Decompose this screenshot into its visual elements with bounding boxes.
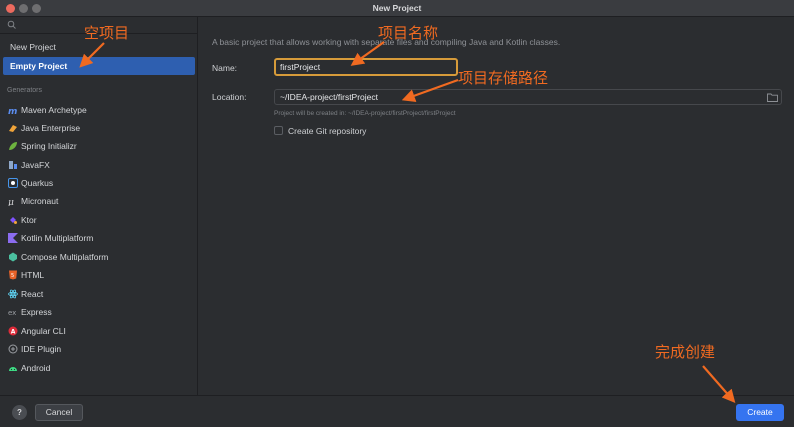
dialog-footer: ? Cancel Create	[0, 395, 794, 427]
generator-label: Java Enterprise	[21, 123, 81, 133]
sidebar: New Project Empty Project Generators m M…	[0, 17, 198, 395]
sidebar-item-micronaut[interactable]: μ Micronaut	[3, 192, 195, 210]
sidebar-item-react[interactable]: React	[3, 285, 195, 303]
annotation-empty-project: 空项目	[84, 24, 130, 42]
create-button[interactable]: Create	[736, 404, 784, 421]
sidebar-item-javafx[interactable]: JavaFX	[3, 156, 195, 174]
generator-label: Quarkus	[21, 178, 54, 188]
sidebar-item-java-enterprise[interactable]: Java Enterprise	[3, 119, 195, 137]
sidebar-item-label: New Project	[10, 42, 56, 52]
html-icon: 5	[9, 270, 17, 280]
search-icon	[7, 20, 16, 29]
generator-label: Kotlin Multiplatform	[21, 233, 94, 243]
sidebar-item-quarkus[interactable]: Quarkus	[3, 174, 195, 192]
generator-label: Android	[21, 363, 51, 373]
generator-label: Spring Initializr	[21, 141, 77, 151]
sidebar-item-label: Empty Project	[10, 61, 68, 71]
sidebar-item-maven-archetype[interactable]: m Maven Archetype	[3, 101, 195, 119]
generator-label: Maven Archetype	[21, 105, 87, 115]
svg-text:5: 5	[11, 273, 14, 279]
generator-label: Express	[21, 307, 52, 317]
folder-icon[interactable]	[767, 93, 778, 102]
sidebar-item-express[interactable]: ex Express	[3, 303, 195, 321]
svg-text:m: m	[8, 107, 17, 115]
location-hint: Project will be created in: ~/IDEA-proje…	[274, 110, 456, 117]
location-label: Location:	[212, 92, 247, 102]
generator-label: Micronaut	[21, 196, 59, 206]
generator-label: JavaFX	[21, 160, 50, 170]
svg-text:ex: ex	[8, 309, 16, 317]
generator-label: Angular CLI	[21, 326, 66, 336]
sidebar-item-html[interactable]: 5 HTML	[3, 266, 195, 284]
sidebar-item-empty-project[interactable]: Empty Project	[3, 57, 195, 75]
compose-icon	[9, 252, 17, 262]
react-icon	[8, 289, 18, 299]
generators-section-label: Generators	[7, 87, 43, 94]
generator-label: Ktor	[21, 215, 37, 225]
annotation-finish-create: 完成创建	[655, 343, 716, 361]
sidebar-item-kotlin-multiplatform[interactable]: Kotlin Multiplatform	[3, 229, 195, 247]
maven-icon: m	[8, 107, 17, 115]
annotation-project-path: 项目存储路径	[458, 69, 549, 87]
angular-icon: A	[8, 326, 18, 336]
window-title: New Project	[372, 3, 422, 13]
git-repository-label: Create Git repository	[288, 126, 367, 136]
sidebar-item-compose-multiplatform[interactable]: Compose Multiplatform	[3, 248, 195, 266]
cancel-button[interactable]: Cancel	[35, 404, 83, 421]
project-location-input[interactable]: ~/IDEA-project/firstProject	[274, 89, 782, 105]
quarkus-icon	[8, 178, 18, 188]
generator-label: Compose Multiplatform	[21, 252, 109, 262]
name-label: Name:	[212, 63, 238, 73]
help-button[interactable]: ?	[12, 405, 27, 420]
svg-text:μ: μ	[8, 198, 14, 206]
javafx-icon	[9, 161, 17, 169]
sidebar-item-spring-initializr[interactable]: Spring Initializr	[3, 137, 195, 155]
title-bar: New Project	[0, 0, 794, 17]
sidebar-item-android[interactable]: Android	[3, 359, 195, 377]
git-repository-checkbox[interactable]	[274, 126, 283, 135]
java-enterprise-icon	[9, 125, 17, 132]
generator-label: HTML	[21, 270, 45, 280]
ktor-icon	[10, 217, 17, 224]
svg-text:A: A	[11, 329, 16, 336]
kotlin-icon	[8, 233, 18, 243]
project-name-input[interactable]: firstProject	[274, 58, 458, 76]
generator-label: IDE Plugin	[21, 344, 62, 354]
android-icon	[9, 367, 17, 371]
sidebar-item-ide-plugin[interactable]: IDE Plugin	[3, 340, 195, 358]
sidebar-item-ktor[interactable]: Ktor	[3, 211, 195, 229]
ide-plugin-icon	[8, 344, 18, 354]
annotation-project-name: 项目名称	[378, 24, 439, 42]
generator-label: React	[21, 289, 44, 299]
spring-icon	[9, 142, 17, 150]
sidebar-item-angular-cli[interactable]: A Angular CLI	[3, 322, 195, 340]
express-icon: ex	[8, 309, 16, 317]
micronaut-icon: μ	[8, 198, 14, 206]
